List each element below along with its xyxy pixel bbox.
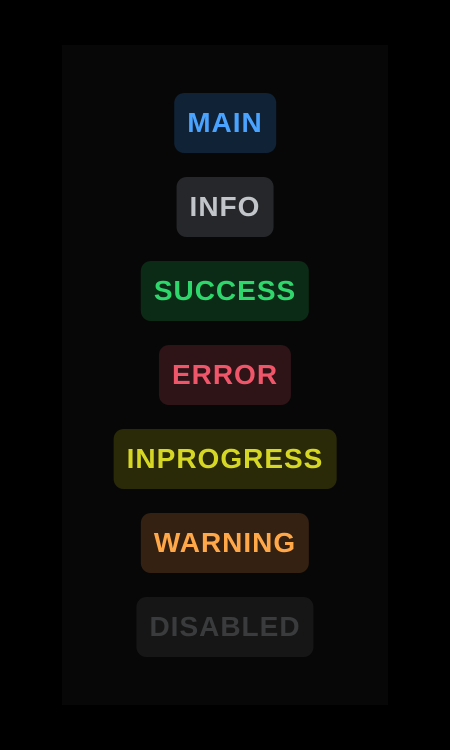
badge-inprogress: INPROGRESS [113, 429, 337, 489]
badge-info: INFO [176, 177, 274, 237]
badge-disabled: DISABLED [136, 597, 314, 657]
badge-showcase-panel: MAIN INFO SUCCESS ERROR INPROGRESS WARNI… [62, 45, 388, 705]
badge-success: SUCCESS [140, 261, 310, 321]
badge-main: MAIN [174, 93, 276, 153]
badge-warning: WARNING [140, 513, 310, 573]
badge-error: ERROR [158, 345, 292, 405]
